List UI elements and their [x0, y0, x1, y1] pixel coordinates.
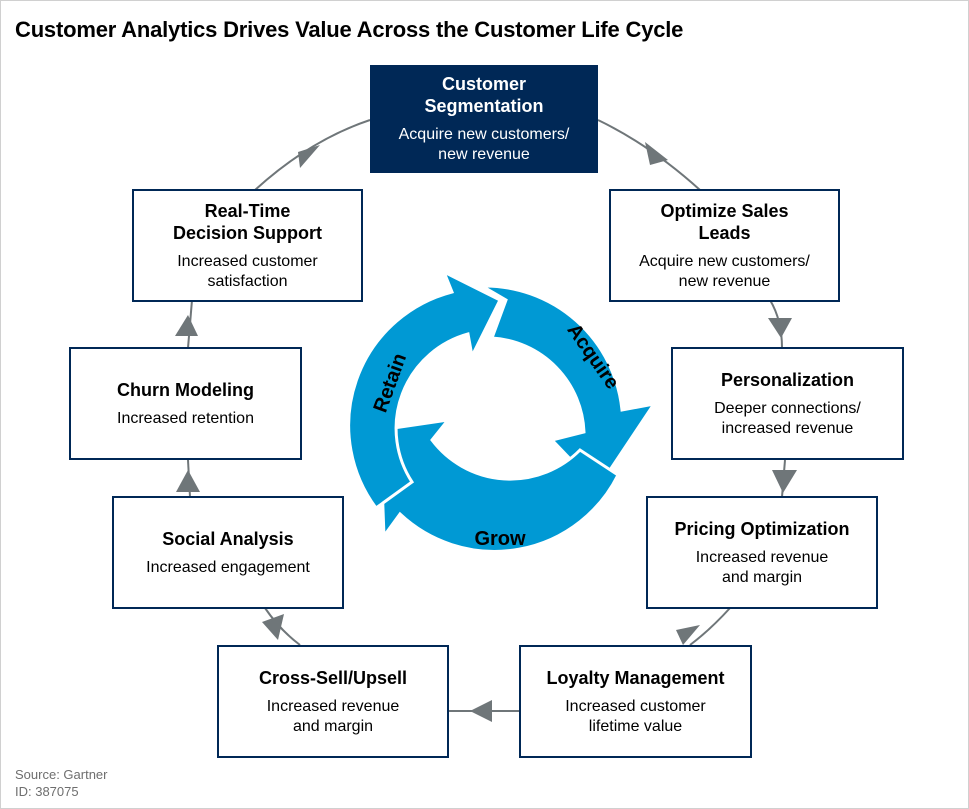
box-subtext: and margin [292, 717, 374, 735]
box-heading: Loyalty Management [546, 667, 725, 688]
box-churn-modeling: Churn Modeling Increased retention [69, 347, 302, 460]
box-subtext: Increased revenue [695, 548, 829, 566]
arrowhead-icon [176, 470, 200, 492]
box-customer-segmentation: Customer Segmentation Acquire new custome… [370, 65, 598, 173]
box-personalization: Personalization Deeper connections/incre… [671, 347, 904, 460]
source-label: Source: Gartner [15, 767, 108, 782]
arrowhead-icon [175, 315, 198, 336]
arrowhead-icon [768, 318, 792, 338]
box-subtext: Increased engagement [146, 558, 310, 576]
box-subtext: increased revenue [721, 419, 854, 437]
connector-line [254, 119, 371, 191]
box-subtext: Increased customer [565, 697, 706, 715]
cycle-diagram: Acquire Grow Retain [347, 268, 658, 553]
arrowhead-icon [772, 470, 797, 493]
box-heading: Churn Modeling [117, 379, 254, 400]
box-subtext: Acquire new customers/ [639, 252, 810, 270]
box-heading: Customer [441, 74, 526, 94]
box-heading: Pricing Optimization [674, 518, 850, 539]
box-heading: Optimize Sales [660, 200, 789, 221]
box-optimize-sales-leads: Optimize Sales Leads Acquire new customer… [609, 189, 840, 302]
box-heading: Segmentation [424, 96, 544, 116]
box-heading: Decision Support [172, 222, 322, 243]
arrowhead-icon [676, 625, 700, 645]
box-heading: Real-Time [204, 200, 291, 221]
box-subtext: Acquire new customers/ [398, 126, 570, 143]
box-subtext: and margin [721, 568, 803, 586]
box-subtext: Increased retention [117, 409, 254, 427]
box-loyalty-management: Loyalty Management Increased customer lif… [519, 645, 752, 758]
document-id: ID: 387075 [15, 784, 79, 799]
box-heading: Cross-Sell/Upsell [258, 667, 408, 688]
box-pricing-optimization: Pricing Optimization Increased revenue an… [646, 496, 878, 609]
box-subtext: Deeper connections/ [714, 399, 861, 417]
box-heading: Leads [698, 222, 751, 243]
box-subtext: Increased customer [177, 252, 318, 270]
box-subtext: lifetime value [588, 717, 683, 735]
box-subtext: new revenue [438, 146, 530, 163]
cycle-arrow-acquire [476, 284, 658, 491]
arrowhead-icon [470, 700, 492, 722]
box-real-time-decision-support: Real-Time Decision Support Increased cust… [132, 189, 363, 302]
box-cross-sell-upsell: Cross-Sell/Upsell Increased revenue and m… [217, 645, 449, 758]
box-subtext: satisfaction [207, 272, 288, 290]
cycle-label-grow: Grow [474, 528, 526, 550]
box-social-analysis: Social Analysis Increased engagement [112, 496, 344, 609]
source-note: Source: Gartner ID: 387075 [15, 766, 108, 800]
box-heading: Social Analysis [162, 528, 294, 549]
box-heading: Personalization [720, 369, 855, 390]
box-subtext: new revenue [678, 272, 771, 290]
box-subtext: Increased revenue [266, 697, 400, 715]
